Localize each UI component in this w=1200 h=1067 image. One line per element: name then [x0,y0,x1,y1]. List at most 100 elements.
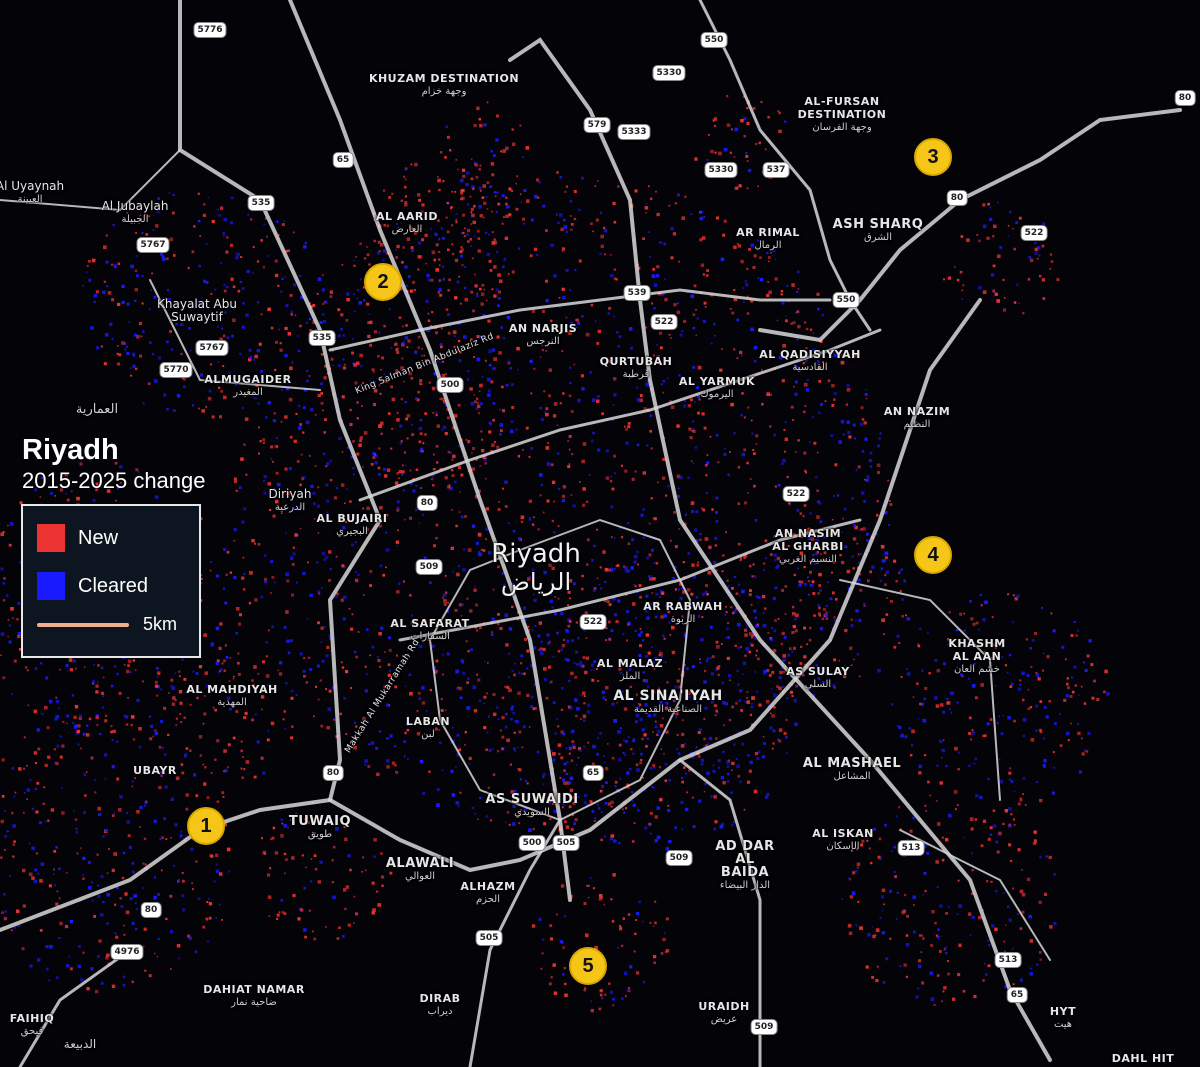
marker-5[interactable]: 5 [569,947,607,985]
change-pixel [766,392,770,396]
change-pixel [214,708,218,712]
change-pixel [292,893,296,898]
change-pixel [297,917,301,921]
change-pixel [954,266,956,268]
change-pixel [906,617,910,621]
change-pixel [551,519,554,523]
change-pixel [54,495,56,497]
change-pixel [704,782,707,786]
change-pixel [65,664,69,667]
change-pixel [908,727,911,730]
change-pixel [487,786,490,789]
change-pixel [552,530,556,534]
change-pixel [96,853,99,856]
change-pixel [656,729,661,734]
change-pixel [651,302,654,305]
change-pixel [133,355,135,357]
change-pixel [680,800,684,805]
change-pixel [151,352,155,356]
change-pixel [345,885,350,889]
change-pixel [796,338,799,341]
change-pixel [660,952,664,955]
change-pixel [761,755,765,759]
change-pixel [992,235,995,238]
change-pixel [362,856,364,859]
change-pixel [778,129,782,134]
change-pixel [240,767,243,770]
change-pixel [385,566,387,569]
change-pixel [918,771,922,775]
change-pixel [676,679,680,683]
change-pixel [491,241,496,245]
change-pixel [854,870,858,873]
change-pixel [341,666,345,669]
change-pixel [713,323,716,326]
change-pixel [436,424,440,428]
marker-4[interactable]: 4 [914,536,952,574]
change-pixel [404,185,407,189]
map-canvas[interactable]: KHUZAM DESTINATION وجهة خزام AL-FURSAN DE… [0,0,1200,1067]
marker-3[interactable]: 3 [914,138,952,176]
change-pixel [613,839,617,843]
change-pixel [258,426,260,429]
change-pixel [584,670,588,675]
change-pixel [833,658,836,662]
change-pixel [569,776,574,781]
change-pixel [543,609,546,612]
change-pixel [323,431,326,434]
change-pixel [281,822,284,825]
change-pixel [396,351,400,354]
change-pixel [276,914,279,916]
change-pixel [299,483,302,487]
change-pixel [474,585,476,588]
change-pixel [127,659,132,664]
change-pixel [904,893,907,897]
change-pixel [568,435,572,438]
change-pixel [777,617,780,620]
change-pixel [333,496,338,500]
change-pixel [603,755,606,758]
change-pixel [939,739,943,744]
change-pixel [232,285,236,289]
change-pixel [508,187,512,191]
change-pixel [138,745,142,749]
change-pixel [953,790,958,794]
change-pixel [586,563,589,566]
change-pixel [792,321,796,325]
change-pixel [243,572,246,576]
marker-2[interactable]: 2 [364,263,402,301]
change-pixel [347,923,351,927]
change-pixel [692,462,695,465]
change-pixel [547,442,549,444]
change-pixel [645,211,647,214]
change-pixel [473,394,475,396]
change-pixel [128,846,132,849]
marker-1[interactable]: 1 [187,807,225,845]
change-pixel [61,787,63,790]
change-pixel [1002,715,1005,717]
change-pixel [300,908,304,912]
change-pixel [512,529,516,533]
change-pixel [511,605,514,609]
change-pixel [293,439,297,443]
change-pixel [552,701,556,705]
change-pixel [741,742,744,746]
change-pixel [278,672,283,676]
change-pixel [902,909,907,913]
change-pixel [744,654,747,657]
change-pixel [672,576,675,580]
change-pixel [783,635,787,639]
change-pixel [229,571,232,574]
change-pixel [843,507,847,511]
change-pixel [352,440,355,443]
change-pixel [233,539,236,542]
change-pixel [714,820,718,824]
change-pixel [55,696,58,699]
change-pixel [410,163,413,166]
change-pixel [341,451,344,453]
change-pixel [797,439,800,442]
change-pixel [799,512,803,515]
change-pixel [803,504,807,507]
change-pixel [678,260,680,263]
change-pixel [223,284,226,287]
